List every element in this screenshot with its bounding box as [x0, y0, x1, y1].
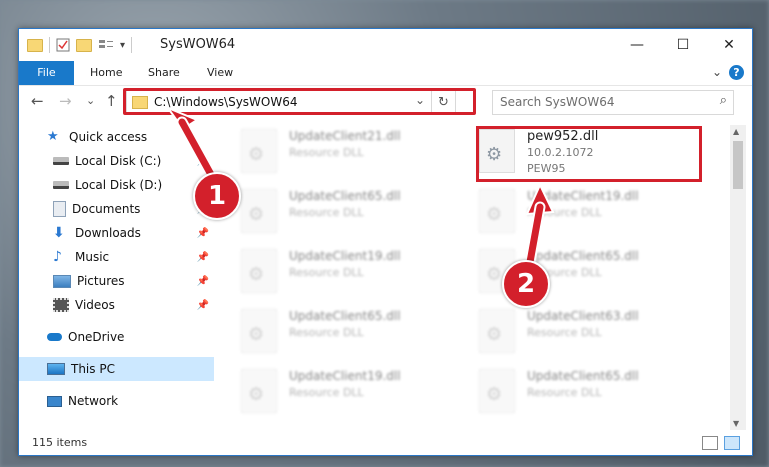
step-2-badge: 2 [502, 260, 550, 308]
arrow-2-shaft [526, 203, 544, 266]
arrow-1-shaft [178, 118, 218, 184]
step-1-badge: 1 [193, 172, 241, 220]
annotation-arrows [165, 105, 555, 268]
